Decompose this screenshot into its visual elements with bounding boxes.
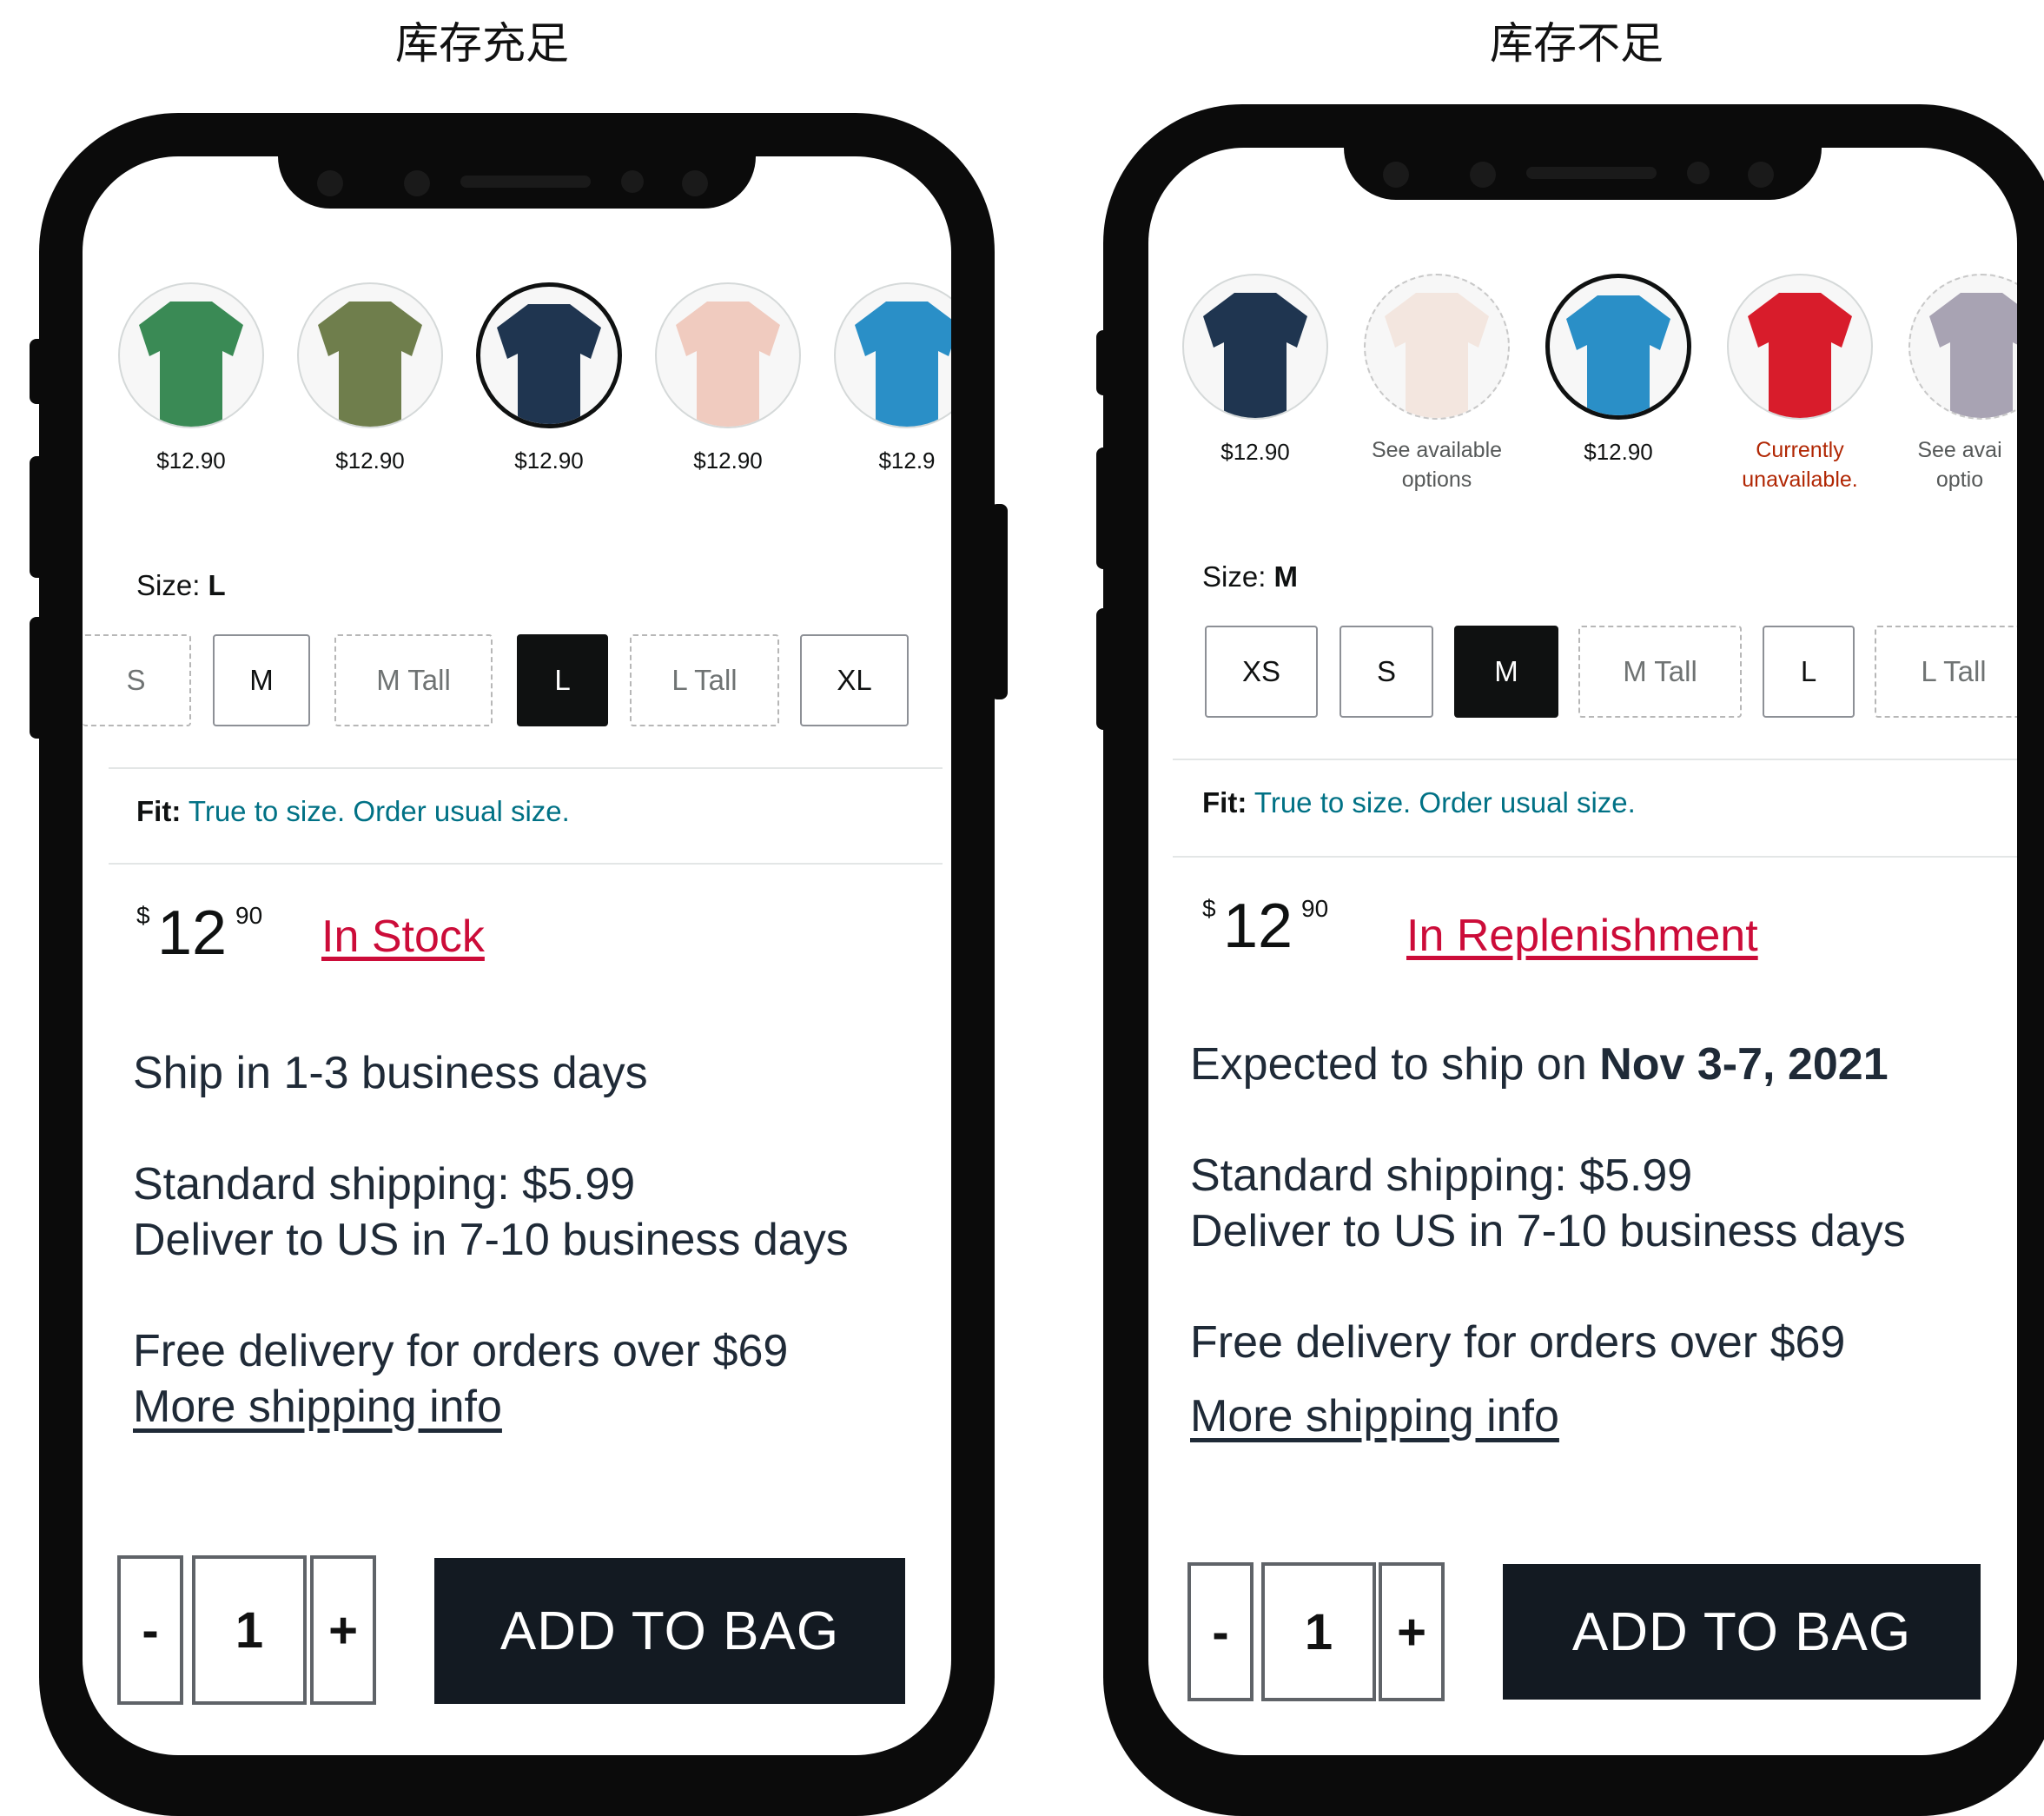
divider bbox=[109, 767, 943, 769]
stock-status-link[interactable]: In Stock bbox=[321, 911, 485, 963]
swatch-3[interactable]: $12.90 bbox=[1545, 274, 1692, 466]
tshirt-icon bbox=[497, 304, 601, 424]
price-fraction: 90 bbox=[235, 902, 263, 929]
price: $ 12 90 bbox=[136, 902, 293, 971]
size-selected-value: M bbox=[1273, 560, 1299, 593]
swatch-price: $12.90 bbox=[335, 447, 405, 474]
size-label-text: Size: bbox=[136, 569, 201, 601]
tshirt-icon bbox=[318, 302, 422, 427]
size-selected-value: L bbox=[208, 569, 226, 601]
screen-left: $12.90 $12.90 $12.90 $12.90 $12.9 Size: … bbox=[83, 156, 951, 1755]
swatch-2[interactable]: $12.90 bbox=[296, 282, 444, 474]
price-whole: 12 bbox=[1223, 891, 1293, 961]
ship-date: Nov 3-7, 2021 bbox=[1599, 1039, 1889, 1090]
size-button-l[interactable]: L bbox=[517, 634, 608, 726]
size-label: Size: M bbox=[1202, 560, 1298, 593]
price-fraction: 90 bbox=[1301, 895, 1329, 922]
swatch-2[interactable]: See available options bbox=[1363, 274, 1511, 494]
color-swatches: $12.90 See available options $12.90 Curr… bbox=[1148, 274, 2017, 534]
tshirt-icon bbox=[1929, 293, 2017, 418]
swatch-5[interactable]: $12.9 bbox=[833, 282, 951, 474]
ship-time: Expected to ship on Nov 3-7, 2021 bbox=[1190, 1038, 1889, 1090]
quantity-plus-button[interactable]: + bbox=[1379, 1562, 1445, 1701]
quantity-value[interactable]: 1 bbox=[1261, 1562, 1376, 1701]
price-currency: $ bbox=[1202, 895, 1216, 922]
add-to-bag-button[interactable]: ADD TO BAG bbox=[1503, 1564, 1981, 1700]
size-button-l-tall[interactable]: L Tall bbox=[1875, 626, 2017, 718]
fit-label: Fit: bbox=[136, 795, 182, 827]
delivery-time: Deliver to US in 7-10 business days bbox=[1190, 1206, 1906, 1256]
size-button-s[interactable]: S bbox=[83, 634, 191, 726]
fit-text: True to size. Order usual size. bbox=[188, 795, 570, 827]
caption-in-stock: 库存充足 bbox=[395, 18, 569, 69]
swatch-5[interactable]: See avai optio bbox=[1908, 274, 2017, 494]
stock-status-link[interactable]: In Replenishment bbox=[1406, 910, 1758, 962]
free-delivery: Free delivery for orders over $69 bbox=[133, 1326, 789, 1376]
swatch-price: $12.9 bbox=[878, 447, 936, 474]
phone-left: $12.90 $12.90 $12.90 $12.90 $12.9 Size: … bbox=[39, 113, 995, 1816]
add-to-bag-button[interactable]: ADD TO BAG bbox=[434, 1558, 905, 1704]
size-button-m-tall[interactable]: M Tall bbox=[334, 634, 493, 726]
ship-time: Ship in 1-3 business days bbox=[133, 1048, 648, 1098]
product-panel-left: $12.90 $12.90 $12.90 $12.90 $12.9 Size: … bbox=[83, 156, 951, 1755]
screen-right: $12.90 See available options $12.90 Curr… bbox=[1148, 148, 2017, 1755]
divider bbox=[1173, 856, 2017, 858]
size-button-l[interactable]: L bbox=[1763, 626, 1855, 718]
swatch-price: $12.90 bbox=[514, 447, 584, 474]
size-label: Size: L bbox=[136, 569, 226, 602]
standard-shipping: Standard shipping: $5.99 bbox=[133, 1159, 636, 1210]
color-swatches: $12.90 $12.90 $12.90 $12.90 $12.9 bbox=[83, 282, 951, 543]
swatch-note: See avai optio bbox=[1917, 438, 2002, 492]
divider bbox=[109, 863, 943, 865]
quantity-minus-button[interactable]: - bbox=[1187, 1562, 1254, 1701]
ship-prefix: Expected to ship on bbox=[1190, 1039, 1600, 1090]
size-button-xs[interactable]: XS bbox=[1205, 626, 1318, 718]
size-button-m-tall[interactable]: M Tall bbox=[1578, 626, 1742, 718]
price-whole: 12 bbox=[157, 898, 228, 968]
price-currency: $ bbox=[136, 902, 150, 929]
swatch-price: $12.90 bbox=[693, 447, 763, 474]
free-delivery: Free delivery for orders over $69 bbox=[1190, 1317, 1846, 1368]
swatch-1[interactable]: $12.90 bbox=[1181, 274, 1329, 466]
quantity-plus-button[interactable]: + bbox=[310, 1555, 376, 1705]
size-label-text: Size: bbox=[1202, 560, 1267, 593]
swatch-4[interactable]: Currently unavailable. bbox=[1726, 274, 1874, 494]
size-button-l-tall[interactable]: L Tall bbox=[630, 634, 779, 726]
size-button-m[interactable]: M bbox=[1454, 626, 1558, 718]
product-panel-right: $12.90 See available options $12.90 Curr… bbox=[1148, 148, 2017, 1755]
standard-shipping: Standard shipping: $5.99 bbox=[1190, 1150, 1693, 1201]
tshirt-icon bbox=[1203, 293, 1307, 418]
tshirt-icon bbox=[1385, 293, 1489, 418]
tshirt-icon bbox=[1748, 293, 1852, 418]
phone-right: $12.90 See available options $12.90 Curr… bbox=[1103, 104, 2044, 1816]
swatch-1[interactable]: $12.90 bbox=[117, 282, 265, 474]
swatch-price: $12.90 bbox=[1220, 439, 1290, 465]
delivery-time: Deliver to US in 7-10 business days bbox=[133, 1215, 849, 1265]
price: $ 12 90 bbox=[1202, 895, 1359, 964]
swatch-4[interactable]: $12.90 bbox=[654, 282, 802, 474]
caption-low-stock: 库存不足 bbox=[1490, 18, 1664, 69]
tshirt-icon bbox=[676, 302, 780, 427]
divider bbox=[1173, 759, 2017, 760]
swatch-note: See available options bbox=[1371, 438, 1503, 492]
swatch-price: $12.90 bbox=[156, 447, 226, 474]
more-shipping-info-link[interactable]: More shipping info bbox=[1190, 1390, 1559, 1442]
swatch-note: Currently unavailable. bbox=[1742, 438, 1858, 492]
size-button-m[interactable]: M bbox=[213, 634, 310, 726]
fit-label: Fit: bbox=[1202, 786, 1247, 819]
quantity-minus-button[interactable]: - bbox=[117, 1555, 183, 1705]
quantity-value[interactable]: 1 bbox=[192, 1555, 307, 1705]
tshirt-icon bbox=[1566, 295, 1670, 415]
size-button-s[interactable]: S bbox=[1340, 626, 1433, 718]
more-shipping-info-link[interactable]: More shipping info bbox=[133, 1381, 502, 1433]
size-button-xl[interactable]: XL bbox=[800, 634, 909, 726]
swatch-price: $12.90 bbox=[1584, 439, 1653, 465]
swatch-3[interactable]: $12.90 bbox=[475, 282, 623, 474]
fit-info: Fit: True to size. Order usual size. bbox=[136, 795, 570, 828]
tshirt-icon bbox=[855, 302, 951, 427]
fit-text: True to size. Order usual size. bbox=[1254, 786, 1636, 819]
fit-info: Fit: True to size. Order usual size. bbox=[1202, 786, 1636, 819]
tshirt-icon bbox=[139, 302, 243, 427]
